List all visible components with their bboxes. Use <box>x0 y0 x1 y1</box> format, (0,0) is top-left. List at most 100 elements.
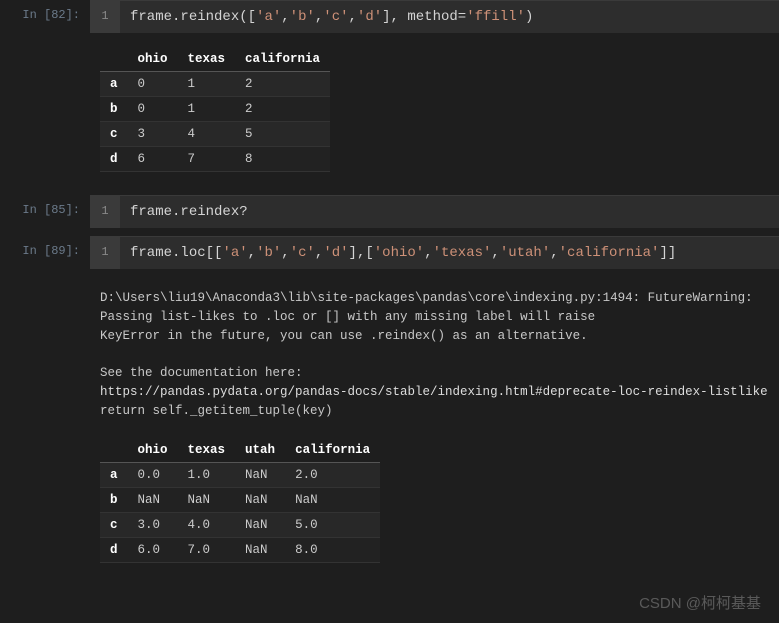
table-cell: 5.0 <box>285 513 380 538</box>
code-input[interactable]: 1 frame.reindex? <box>90 195 779 228</box>
table-cell: NaN <box>235 463 285 488</box>
code-token: reindex <box>180 204 239 220</box>
table-cell: NaN <box>235 513 285 538</box>
table-row: c345 <box>100 122 330 147</box>
row-index: c <box>100 513 128 538</box>
table-cell: 7 <box>178 147 236 172</box>
row-index: c <box>100 122 128 147</box>
row-index: a <box>100 463 128 488</box>
table-row: a0.01.0NaN2.0 <box>100 463 380 488</box>
notebook-cell: In [82]: 1 frame.reindex(['a','b','c','d… <box>0 0 779 33</box>
row-index: d <box>100 538 128 563</box>
code-token: ],[ <box>349 245 374 261</box>
code-token: , <box>491 245 499 261</box>
column-header: utah <box>235 438 285 463</box>
row-index: b <box>100 97 128 122</box>
table-row: c3.04.0NaN5.0 <box>100 513 380 538</box>
code-token: method <box>407 9 457 25</box>
code-token: 'd' <box>323 245 348 261</box>
notebook-cell: In [85]: 1 frame.reindex? <box>0 195 779 228</box>
code-token: 'california' <box>559 245 660 261</box>
column-header: ohio <box>128 438 178 463</box>
column-header: ohio <box>128 47 178 72</box>
line-number: 1 <box>90 196 120 228</box>
code-token: 'ffill' <box>466 9 525 25</box>
warning-line <box>100 345 779 364</box>
code-token: 'utah' <box>500 245 550 261</box>
code-token: 'b' <box>256 245 281 261</box>
cell-output: D:\Users\liu19\Anaconda3\lib\site-packag… <box>0 269 779 578</box>
table-cell: NaN <box>128 488 178 513</box>
column-header: california <box>235 47 330 72</box>
table-row: d6.07.0NaN8.0 <box>100 538 380 563</box>
warning-line: return self._getitem_tuple(key) <box>100 402 779 421</box>
row-index: a <box>100 72 128 97</box>
code-token: , <box>281 245 289 261</box>
column-header: texas <box>178 47 236 72</box>
code-token: frame <box>130 9 172 25</box>
code-token: frame <box>130 245 172 261</box>
warning-line: See the documentation here: <box>100 364 779 383</box>
code-input[interactable]: 1 frame.loc[['a','b','c','d'],['ohio','t… <box>90 236 779 269</box>
line-number: 1 <box>90 1 120 33</box>
code-token: ] <box>382 9 390 25</box>
code-token: [[ <box>206 245 223 261</box>
table-cell: 0.0 <box>128 463 178 488</box>
table-cell: 3 <box>128 122 178 147</box>
input-prompt: In [89]: <box>0 236 90 269</box>
warning-line: https://pandas.pydata.org/pandas-docs/st… <box>100 383 779 402</box>
table-cell: 2.0 <box>285 463 380 488</box>
table-cell: 0 <box>128 97 178 122</box>
code-line[interactable]: frame.reindex? <box>120 196 258 228</box>
table-cell: NaN <box>178 488 236 513</box>
dataframe-output: ohiotexascaliforniaa012b012c345d678 <box>100 47 779 172</box>
table-cell: 4.0 <box>178 513 236 538</box>
code-token: 'texas' <box>433 245 492 261</box>
warning-line: Passing list-likes to .loc or [] with an… <box>100 308 779 327</box>
code-token: 'c' <box>323 9 348 25</box>
code-token: , <box>281 9 289 25</box>
line-number: 1 <box>90 237 120 269</box>
input-prompt: In [85]: <box>0 195 90 228</box>
code-line[interactable]: frame.reindex(['a','b','c','d'], method=… <box>120 1 543 33</box>
code-input[interactable]: 1 frame.reindex(['a','b','c','d'], metho… <box>90 0 779 33</box>
warning-output: D:\Users\liu19\Anaconda3\lib\site-packag… <box>100 289 779 420</box>
table-cell: 4 <box>178 122 236 147</box>
table-row: b012 <box>100 97 330 122</box>
code-token: 'd' <box>357 9 382 25</box>
table-cell: 6 <box>128 147 178 172</box>
code-token: ) <box>525 9 533 25</box>
table-cell: 7.0 <box>178 538 236 563</box>
table-cell: 0 <box>128 72 178 97</box>
code-token: ? <box>239 204 247 220</box>
code-token: reindex <box>180 9 239 25</box>
code-token: 'a' <box>222 245 247 261</box>
table-cell: 6.0 <box>128 538 178 563</box>
code-token: [ <box>248 9 256 25</box>
input-prompt: In [82]: <box>0 0 90 33</box>
table-cell: 5 <box>235 122 330 147</box>
code-token: 'ohio' <box>374 245 424 261</box>
code-token: ( <box>239 9 247 25</box>
code-token: frame <box>130 204 172 220</box>
table-cell: NaN <box>235 538 285 563</box>
code-token: loc <box>180 245 205 261</box>
code-token: ]] <box>659 245 676 261</box>
code-token: 'b' <box>290 9 315 25</box>
table-cell: NaN <box>235 488 285 513</box>
cell-output: ohiotexascaliforniaa012b012c345d678 <box>0 33 779 187</box>
code-token: 'a' <box>256 9 281 25</box>
row-index: d <box>100 147 128 172</box>
warning-line: KeyError in the future, you can use .rei… <box>100 327 779 346</box>
table-cell: NaN <box>285 488 380 513</box>
code-line[interactable]: frame.loc[['a','b','c','d'],['ohio','tex… <box>120 237 686 269</box>
table-cell: 3.0 <box>128 513 178 538</box>
row-index: b <box>100 488 128 513</box>
code-token: 'c' <box>290 245 315 261</box>
watermark: CSDN @柯柯基基 <box>639 592 761 613</box>
dataframe-table: ohiotexasutahcaliforniaa0.01.0NaN2.0bNaN… <box>100 438 380 563</box>
warning-line: D:\Users\liu19\Anaconda3\lib\site-packag… <box>100 289 779 308</box>
code-token: , <box>424 245 432 261</box>
code-token: , <box>248 245 256 261</box>
table-row: bNaNNaNNaNNaN <box>100 488 380 513</box>
